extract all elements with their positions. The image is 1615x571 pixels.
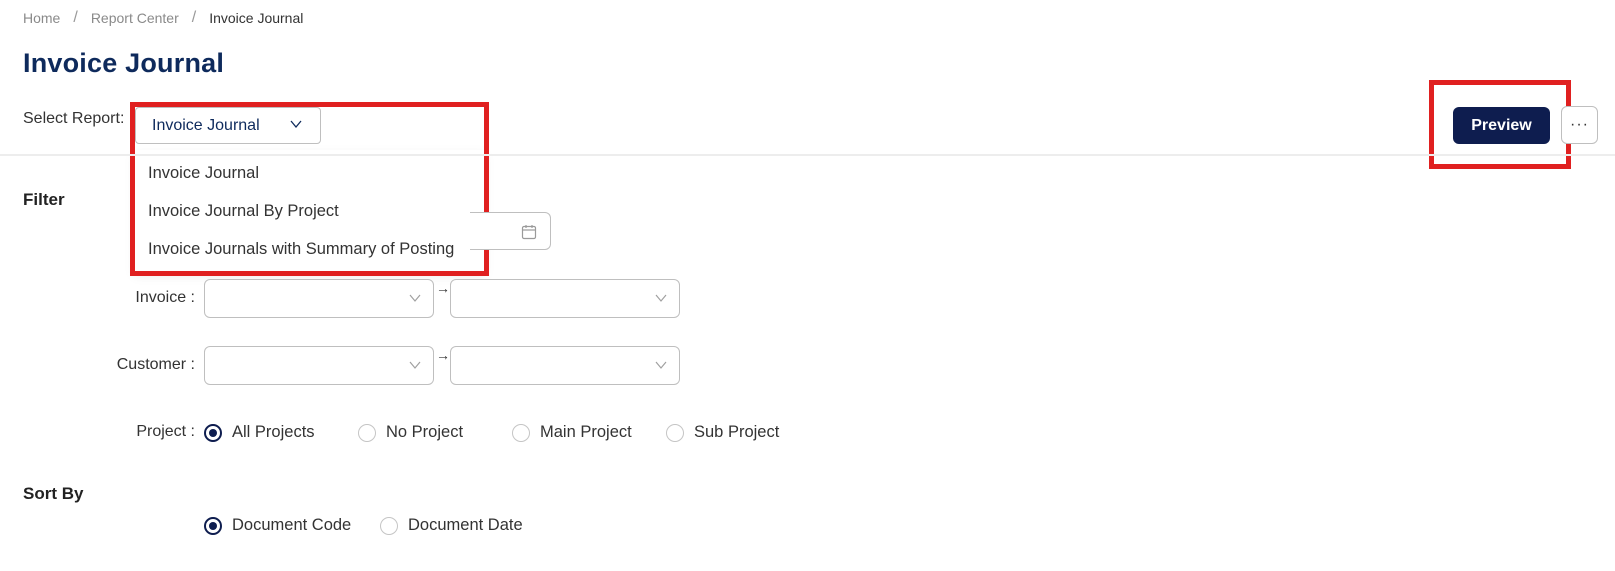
chevron-down-icon xyxy=(655,361,667,369)
breadcrumb-separator: / xyxy=(191,9,197,26)
more-icon: ··· xyxy=(1570,116,1589,133)
divider xyxy=(0,154,1615,156)
report-select-value: Invoice Journal xyxy=(152,116,260,134)
radio-unselected-icon xyxy=(666,423,684,442)
chevron-down-icon xyxy=(655,294,667,302)
calendar-icon xyxy=(521,225,537,240)
date-field[interactable] xyxy=(470,212,551,250)
radio-label: Sub Project xyxy=(694,423,780,441)
customer-label: Customer : xyxy=(116,356,195,373)
chevron-down-icon xyxy=(409,361,421,369)
breadcrumb-separator: / xyxy=(73,9,78,26)
breadcrumb-current: Invoice Journal xyxy=(209,10,304,26)
radio-label: All Projects xyxy=(232,423,315,441)
chevron-down-icon xyxy=(290,120,302,128)
report-dropdown-menu: Invoice Journal Invoice Journal By Proje… xyxy=(134,150,485,272)
select-report-label: Select Report: xyxy=(23,110,125,127)
radio-label: Document Code xyxy=(232,516,352,534)
sort-radio-group: Document Code Document Date xyxy=(204,516,523,535)
breadcrumb: Home / Report Center / Invoice Journal xyxy=(23,9,303,27)
radio-document-code[interactable]: Document Code xyxy=(204,516,380,535)
breadcrumb-report-center[interactable]: Report Center xyxy=(91,10,179,26)
radio-selected-icon xyxy=(204,516,222,535)
radio-label: Main Project xyxy=(540,423,632,441)
breadcrumb-home[interactable]: Home xyxy=(23,10,60,26)
radio-no-project[interactable]: No Project xyxy=(358,423,512,442)
preview-button[interactable]: Preview xyxy=(1453,107,1550,144)
customer-to-select[interactable] xyxy=(450,346,680,385)
dropdown-option-invoice-journal-by-project[interactable]: Invoice Journal By Project xyxy=(134,192,485,230)
customer-from-select[interactable] xyxy=(204,346,434,385)
project-radio-group: All Projects No Project Main Project Sub… xyxy=(204,423,779,442)
invoice-from-select[interactable] xyxy=(204,279,434,318)
range-arrow-icon: → xyxy=(436,280,450,296)
chevron-down-icon xyxy=(409,294,421,302)
invoice-to-select[interactable] xyxy=(450,279,680,318)
sort-by-heading: Sort By xyxy=(23,484,84,503)
radio-unselected-icon xyxy=(380,516,398,535)
radio-sub-project[interactable]: Sub Project xyxy=(666,423,779,442)
radio-label: No Project xyxy=(386,423,464,441)
more-options-button[interactable]: ··· xyxy=(1561,106,1598,144)
range-arrow-icon: → xyxy=(436,347,450,363)
radio-unselected-icon xyxy=(512,423,530,442)
radio-label: Document Date xyxy=(408,516,523,534)
radio-document-date[interactable]: Document Date xyxy=(380,516,523,535)
invoice-label: Invoice : xyxy=(135,289,195,306)
radio-unselected-icon xyxy=(358,423,376,442)
filter-heading: Filter xyxy=(23,190,65,209)
dropdown-option-invoice-journal[interactable]: Invoice Journal xyxy=(134,154,485,192)
page-title: Invoice Journal xyxy=(23,48,225,78)
report-select[interactable]: Invoice Journal xyxy=(135,107,321,144)
radio-main-project[interactable]: Main Project xyxy=(512,423,666,442)
project-label: Project : xyxy=(136,423,195,440)
radio-selected-icon xyxy=(204,423,222,442)
dropdown-option-invoice-journals-summary-posting[interactable]: Invoice Journals with Summary of Posting xyxy=(134,230,485,268)
radio-all-projects[interactable]: All Projects xyxy=(204,423,358,442)
